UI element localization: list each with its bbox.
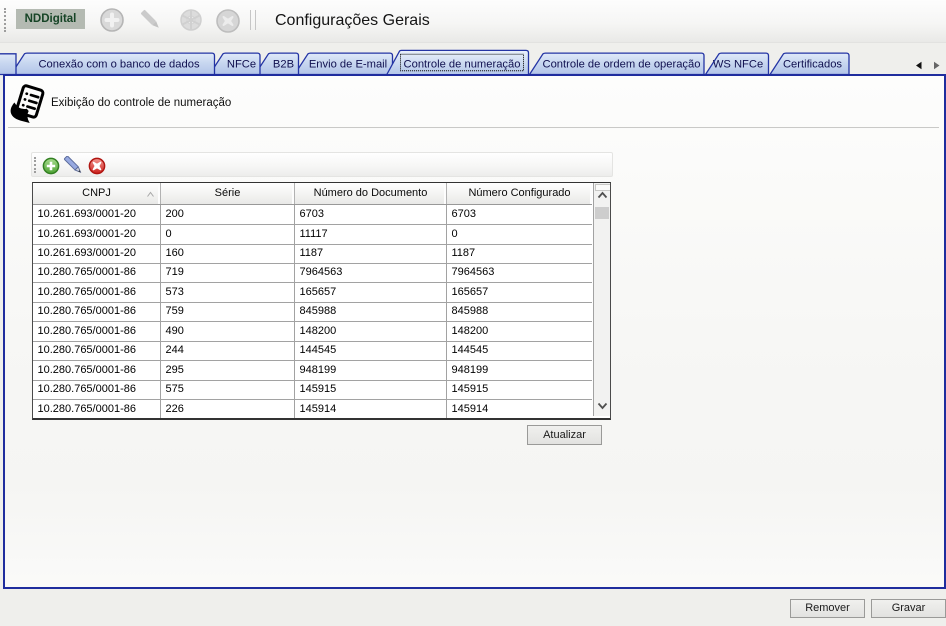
svg-text:Controle de numeração: Controle de numeração	[404, 59, 521, 71]
svg-text:Certificados: Certificados	[783, 59, 842, 71]
svg-text:Envio de E-mail: Envio de E-mail	[309, 59, 387, 71]
svg-text:Controle de ordem de operação: Controle de ordem de operação	[543, 59, 701, 71]
svg-text:WS NFCe: WS NFCe	[713, 59, 763, 71]
svg-text:B2B: B2B	[273, 59, 294, 71]
svg-text:Conexão com o banco de dados: Conexão com o banco de dados	[38, 59, 199, 71]
svg-text:NFCe: NFCe	[227, 59, 256, 71]
